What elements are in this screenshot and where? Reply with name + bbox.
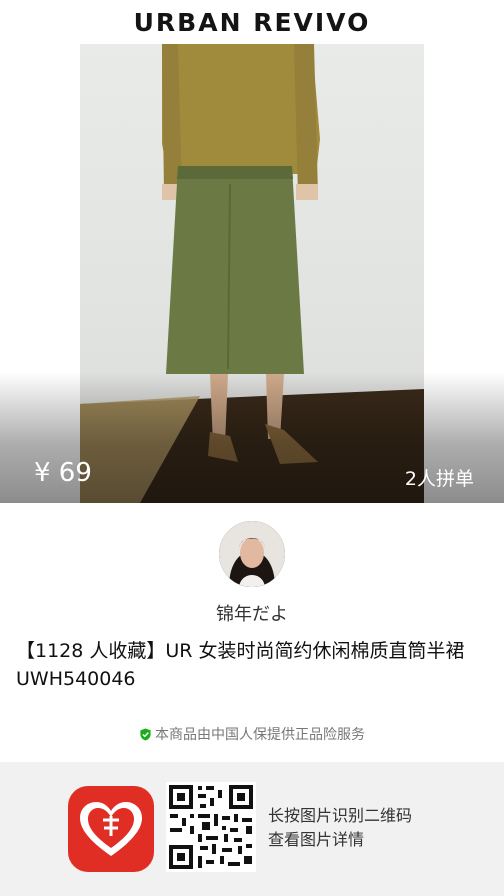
- scan-instructions: 长按图片识别二维码 查看图片详情: [268, 804, 412, 852]
- group-buy-count[interactable]: 2人拼单: [405, 464, 474, 491]
- seller-avatar[interactable]: [219, 521, 285, 587]
- pinduoduo-app-icon[interactable]: [68, 786, 154, 872]
- product-title: 【1128 人收藏】UR 女装时尚简约休闲棉质直筒半裙 UWH540046: [16, 640, 465, 690]
- qr-code-icon: [166, 782, 256, 872]
- share-footer: 长按图片识别二维码 查看图片详情: [0, 762, 504, 896]
- product-price: ¥ 69: [34, 458, 92, 488]
- brand-logo-text: URBAN REVIVO: [133, 7, 371, 37]
- scan-tip-line2: 查看图片详情: [268, 830, 365, 849]
- scan-tip-line1: 长按图片识别二维码: [268, 806, 413, 825]
- qr-code[interactable]: [166, 782, 256, 872]
- shield-check-icon: [140, 727, 151, 741]
- heart-logo-icon: [80, 802, 142, 856]
- avatar-image: [219, 521, 285, 587]
- guarantee-text: 本商品由中国人保提供正品险服务: [155, 727, 365, 743]
- brand-header: URBAN REVIVO: [0, 0, 504, 44]
- guarantee-notice: 本商品由中国人保提供正品险服务: [0, 724, 504, 744]
- seller-name: 锦年だよ: [216, 604, 288, 625]
